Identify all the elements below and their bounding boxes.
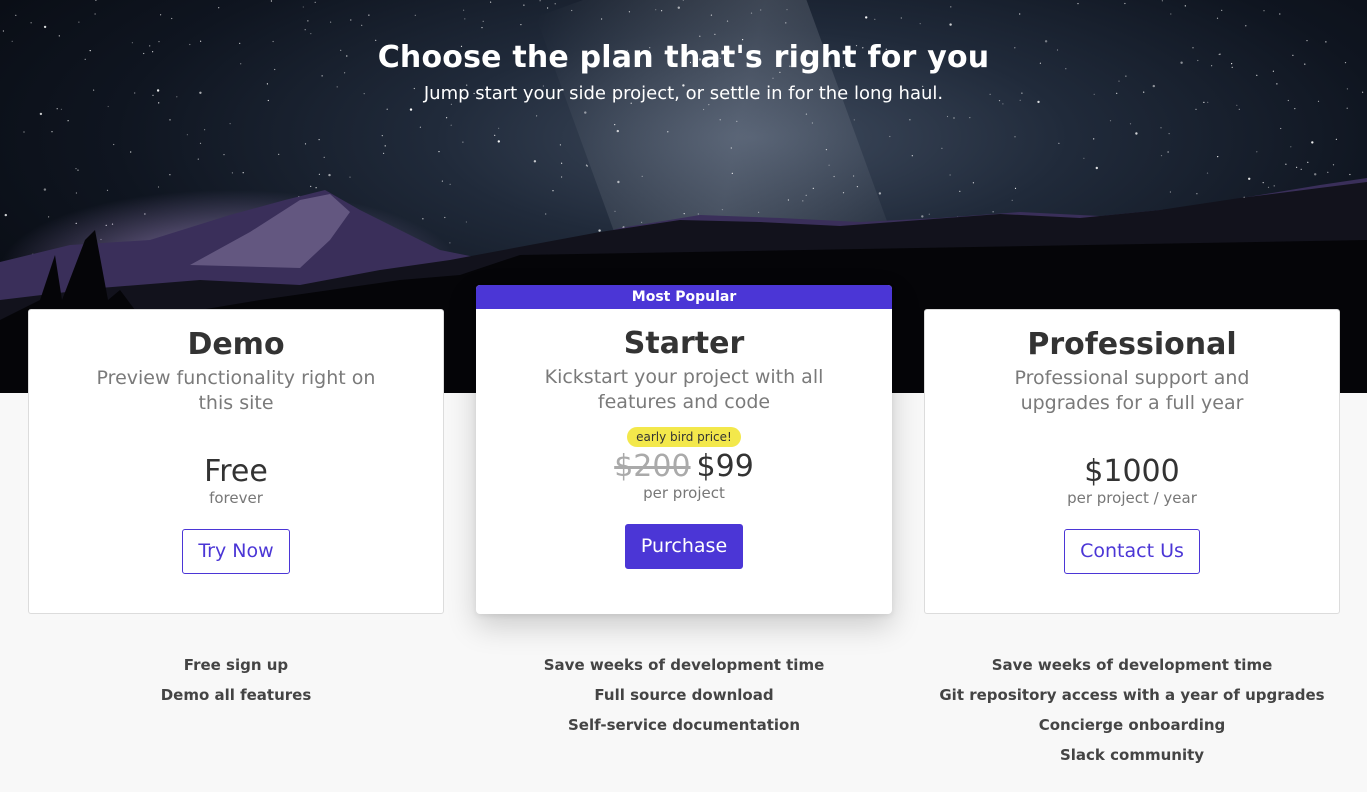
plan-description: Kickstart your project with all features… xyxy=(476,365,892,415)
plan-description-line: upgrades for a full year xyxy=(1020,392,1244,414)
plan-price-unit: per project / year xyxy=(1067,489,1197,507)
plan-description: Professional support and upgrades for a … xyxy=(925,366,1339,416)
feature-item: Demo all features xyxy=(160,686,312,704)
early-bird-badge: early bird price! xyxy=(627,427,741,447)
plan-card-demo: Demo Preview functionality right on this… xyxy=(28,309,444,614)
contact-us-button[interactable]: Contact Us xyxy=(1064,529,1200,574)
feature-item: Save weeks of development time xyxy=(991,656,1273,674)
plan-price-unit: forever xyxy=(209,489,263,507)
hero-subtitle: Jump start your side project, or settle … xyxy=(423,83,944,104)
hero-title: Choose the plan that's right for you xyxy=(377,40,990,75)
plan-description-line: features and code xyxy=(597,391,771,413)
plan-price-unit: per project xyxy=(643,484,725,502)
feature-list-starter: Save weeks of development time Full sour… xyxy=(476,650,892,740)
feature-item: Free sign up xyxy=(183,656,289,674)
feature-item: Concierge onboarding xyxy=(1038,716,1226,734)
plan-price: $200 $99 xyxy=(476,449,892,484)
feature-list-demo: Free sign up Demo all features xyxy=(28,650,444,710)
plan-description-line: Professional support and xyxy=(1014,367,1250,389)
feature-item: Slack community xyxy=(1059,746,1205,764)
plan-name: Starter xyxy=(623,326,745,361)
plan-name: Demo xyxy=(187,327,285,362)
plan-price: $1000 xyxy=(1084,454,1180,489)
feature-item: Git repository access with a year of upg… xyxy=(939,686,1325,704)
most-popular-ribbon: Most Popular xyxy=(476,285,892,309)
old-price: $200 xyxy=(614,449,691,484)
plan-price: Free xyxy=(204,454,268,489)
plan-card-starter: Most Popular Starter Kickstart your proj… xyxy=(476,285,892,614)
try-now-button[interactable]: Try Now xyxy=(182,529,290,574)
feature-list-professional: Save weeks of development time Git repos… xyxy=(924,650,1340,770)
feature-item: Full source download xyxy=(594,686,774,704)
plan-name: Professional xyxy=(1027,327,1237,362)
plan-description: Preview functionality right on this site xyxy=(29,366,443,416)
plan-card-professional: Professional Professional support and up… xyxy=(924,309,1340,614)
plan-description-line: Preview functionality right on xyxy=(96,367,376,389)
purchase-button[interactable]: Purchase xyxy=(624,524,744,569)
plan-description-line: this site xyxy=(198,392,274,414)
current-price: $99 xyxy=(696,449,754,484)
feature-item: Save weeks of development time xyxy=(543,656,825,674)
feature-item: Self-service documentation xyxy=(568,716,800,734)
plan-description-line: Kickstart your project with all xyxy=(544,366,824,388)
